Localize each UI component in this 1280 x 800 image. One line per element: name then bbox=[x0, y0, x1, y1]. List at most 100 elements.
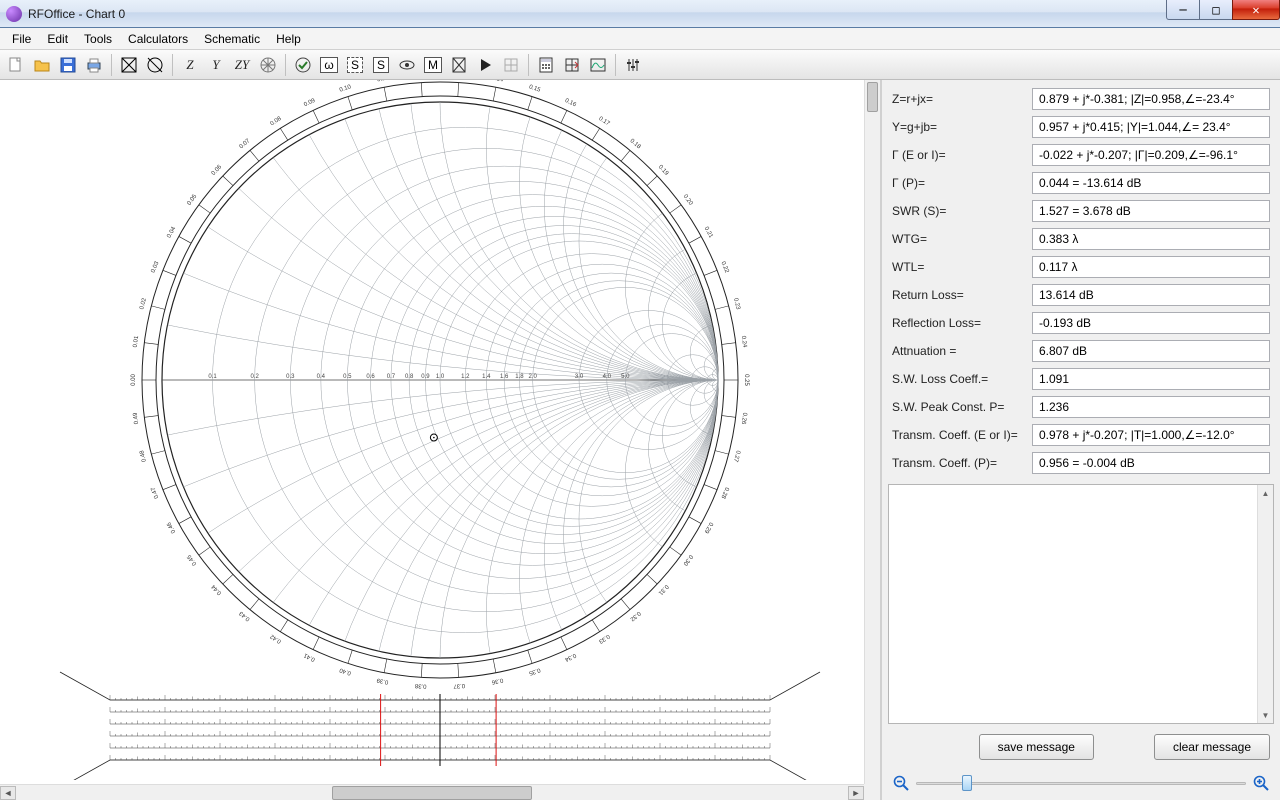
svg-text:0.10: 0.10 bbox=[339, 84, 353, 94]
zoom-in-icon[interactable] bbox=[1252, 774, 1270, 792]
chart-horizontal-scrollbar[interactable]: ◄ ► bbox=[0, 784, 864, 800]
svg-text:0.3: 0.3 bbox=[286, 374, 295, 380]
svg-text:1.6: 1.6 bbox=[500, 374, 509, 380]
readout-value[interactable] bbox=[1032, 144, 1270, 166]
open-folder-icon[interactable] bbox=[30, 53, 54, 77]
clear-message-button[interactable]: clear message bbox=[1154, 734, 1270, 760]
compass-icon[interactable] bbox=[256, 53, 280, 77]
svg-text:0.2: 0.2 bbox=[250, 374, 259, 380]
omega-icon[interactable]: ω bbox=[317, 53, 341, 77]
readout-value[interactable] bbox=[1032, 88, 1270, 110]
menu-edit[interactable]: Edit bbox=[39, 30, 76, 48]
s-box-icon[interactable]: S bbox=[369, 53, 393, 77]
chart-pane: 0.000.010.020.030.040.050.060.070.080.09… bbox=[0, 80, 882, 800]
svg-text:0.32: 0.32 bbox=[628, 610, 641, 622]
svg-text:0.7: 0.7 bbox=[387, 374, 396, 380]
readout-value[interactable] bbox=[1032, 284, 1270, 306]
zoom-out-icon[interactable] bbox=[892, 774, 910, 792]
readout-value[interactable] bbox=[1032, 228, 1270, 250]
svg-text:0.21: 0.21 bbox=[703, 226, 714, 240]
print-icon[interactable] bbox=[82, 53, 106, 77]
save-icon[interactable] bbox=[56, 53, 80, 77]
svg-text:4.0: 4.0 bbox=[603, 374, 612, 380]
readout-value[interactable] bbox=[1032, 396, 1270, 418]
svg-text:5.0: 5.0 bbox=[621, 374, 630, 380]
readout-row: Y=g+jb= bbox=[892, 116, 1270, 138]
svg-text:0.46: 0.46 bbox=[166, 520, 177, 534]
menu-tools[interactable]: Tools bbox=[76, 30, 120, 48]
readout-value[interactable] bbox=[1032, 172, 1270, 194]
window-minimize-button[interactable]: ─ bbox=[1166, 0, 1200, 20]
menu-schematic[interactable]: Schematic bbox=[196, 30, 268, 48]
m-icon[interactable]: M bbox=[421, 53, 445, 77]
save-message-button[interactable]: save message bbox=[979, 734, 1094, 760]
readout-value[interactable] bbox=[1032, 116, 1270, 138]
readout-value[interactable] bbox=[1032, 340, 1270, 362]
smith-chart[interactable]: 0.000.010.020.030.040.050.060.070.080.09… bbox=[0, 80, 864, 784]
toolbar-separator bbox=[528, 54, 529, 76]
svg-text:0.29: 0.29 bbox=[702, 521, 713, 535]
y-chart-icon[interactable] bbox=[143, 53, 167, 77]
svg-text:0.40: 0.40 bbox=[338, 666, 352, 676]
svg-text:1.0: 1.0 bbox=[436, 374, 445, 380]
window-close-button[interactable]: ✕ bbox=[1232, 0, 1280, 20]
tool-grid1-icon[interactable] bbox=[499, 53, 523, 77]
zoom-slider[interactable] bbox=[916, 774, 1246, 792]
svg-text:0.33: 0.33 bbox=[597, 633, 611, 645]
svg-text:2.0: 2.0 bbox=[528, 374, 537, 380]
menu-help[interactable]: Help bbox=[268, 30, 309, 48]
readout-value[interactable] bbox=[1032, 200, 1270, 222]
scroll-left-icon[interactable]: ◄ bbox=[0, 786, 16, 800]
z-chart-icon[interactable] bbox=[117, 53, 141, 77]
sliders-icon[interactable] bbox=[621, 53, 645, 77]
svg-text:0.36: 0.36 bbox=[490, 677, 503, 685]
svg-text:0.27: 0.27 bbox=[732, 450, 741, 463]
calculator-icon[interactable] bbox=[534, 53, 558, 77]
svg-text:0.14: 0.14 bbox=[491, 80, 504, 84]
svg-text:0.24: 0.24 bbox=[740, 335, 747, 348]
menu-file[interactable]: File bbox=[4, 30, 39, 48]
svg-text:0.07: 0.07 bbox=[239, 138, 252, 150]
svg-text:0.18: 0.18 bbox=[629, 138, 642, 150]
eye-icon[interactable] bbox=[395, 53, 419, 77]
svg-text:0.4: 0.4 bbox=[317, 374, 326, 380]
chart-vertical-scrollbar[interactable] bbox=[864, 80, 880, 784]
play-icon[interactable] bbox=[473, 53, 497, 77]
svg-text:0.43: 0.43 bbox=[238, 609, 251, 621]
scroll-right-icon[interactable]: ► bbox=[848, 786, 864, 800]
waveform-icon[interactable] bbox=[586, 53, 610, 77]
toolbar-separator bbox=[111, 54, 112, 76]
readout-value[interactable] bbox=[1032, 312, 1270, 334]
svg-text:0.5: 0.5 bbox=[343, 374, 352, 380]
svg-text:0.1: 0.1 bbox=[208, 374, 217, 380]
svg-text:0.04: 0.04 bbox=[166, 225, 177, 239]
s-param-icon[interactable]: S bbox=[343, 53, 367, 77]
window-maximize-button[interactable]: □ bbox=[1199, 0, 1233, 20]
z-letter-icon[interactable]: Z bbox=[178, 53, 202, 77]
menu-calculators[interactable]: Calculators bbox=[120, 30, 196, 48]
check-icon[interactable] bbox=[291, 53, 315, 77]
svg-text:0.8: 0.8 bbox=[405, 374, 414, 380]
svg-text:0.34: 0.34 bbox=[563, 652, 577, 663]
message-scrollbar[interactable]: ▲▼ bbox=[1257, 485, 1273, 723]
message-box[interactable]: ▲▼ bbox=[888, 484, 1274, 724]
readout-row: Return Loss= bbox=[892, 284, 1270, 306]
window-titlebar: RFOffice - Chart 0 ─ □ ✕ bbox=[0, 0, 1280, 28]
readout-value[interactable] bbox=[1032, 256, 1270, 278]
new-file-icon[interactable] bbox=[4, 53, 28, 77]
y-letter-icon[interactable]: Y bbox=[204, 53, 228, 77]
svg-text:0.11: 0.11 bbox=[377, 80, 390, 83]
readout-value[interactable] bbox=[1032, 368, 1270, 390]
readout-value[interactable] bbox=[1032, 424, 1270, 446]
hourglass-icon[interactable] bbox=[447, 53, 471, 77]
readout-label: Reflection Loss= bbox=[892, 316, 1032, 330]
grid-arrows-icon[interactable] bbox=[560, 53, 584, 77]
zy-letter-icon[interactable]: ZY bbox=[230, 53, 254, 77]
readout-row: Γ (E or I)= bbox=[892, 144, 1270, 166]
svg-text:0.48: 0.48 bbox=[139, 449, 148, 462]
readout-value[interactable] bbox=[1032, 452, 1270, 474]
readout-row: S.W. Peak Const. P= bbox=[892, 396, 1270, 418]
svg-text:0.16: 0.16 bbox=[564, 98, 578, 109]
svg-text:0.06: 0.06 bbox=[211, 164, 224, 177]
menubar: File Edit Tools Calculators Schematic He… bbox=[0, 28, 1280, 50]
